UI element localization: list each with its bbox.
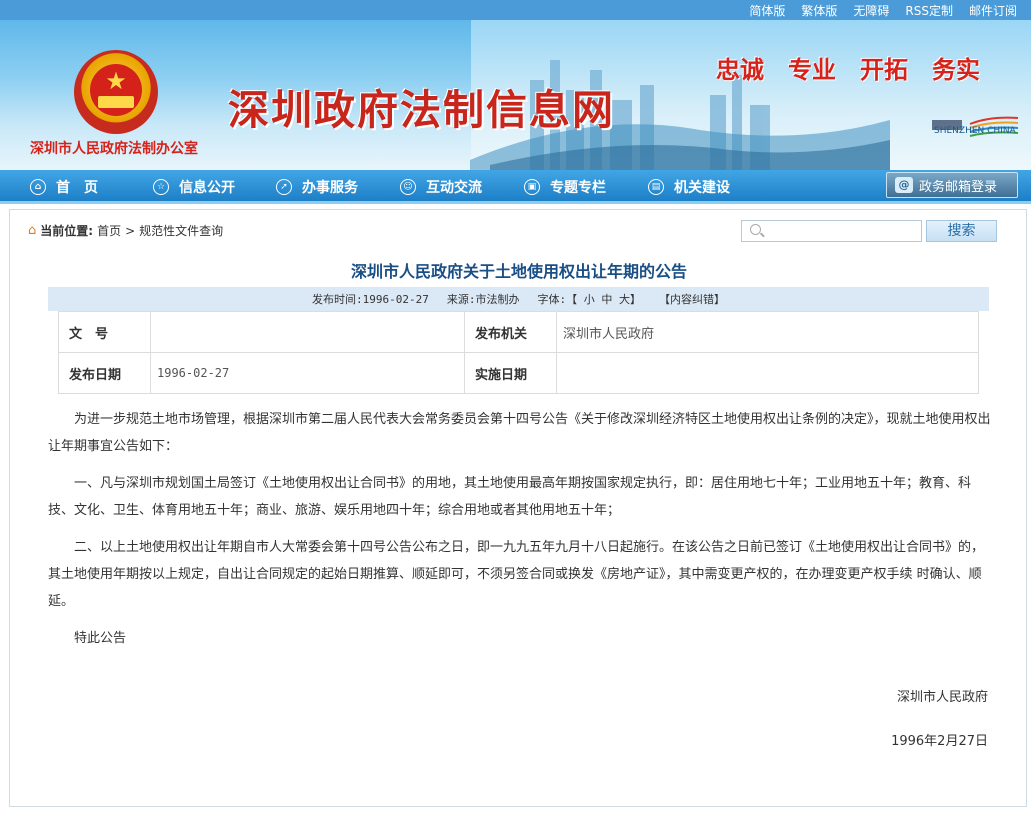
nav-item-topics[interactable]: ▣ 专题专栏 — [524, 170, 606, 204]
topic-icon: ▣ — [524, 179, 540, 195]
document-body: 为进一步规范土地市场管理，根据深圳市第二届人民代表大会常务委员会第十四号公告《关… — [48, 406, 993, 662]
shenzhen-logo-text: SHENZHEN CHINA — [934, 126, 1016, 136]
site-banner: ★ 深圳市人民政府法制办公室 深圳政府法制信息网 忠诚 专业 开拓 务实 SHE… — [0, 20, 1031, 170]
nav-item-label: 机关建设 — [674, 180, 730, 196]
publish-time-value: 1996-02-27 — [362, 293, 429, 306]
nav-item-label: 首 页 — [56, 180, 98, 196]
nav-item-label: 信息公开 — [179, 180, 235, 196]
topbar-links: 简体版 繁体版 无障碍 RSS定制 邮件订阅 — [749, 2, 1017, 19]
motto-item: 开拓 — [860, 55, 908, 84]
table-row: 发布日期 1996-02-27 实施日期 — [58, 352, 979, 394]
breadcrumb-separator: > — [125, 223, 136, 238]
publish-time: 发布时间:1996-02-27 — [312, 291, 429, 307]
compass-icon: ➚ — [276, 179, 292, 195]
font-large-button[interactable]: 大 — [619, 293, 630, 306]
accessibility-link[interactable]: 无障碍 — [853, 2, 889, 19]
breadcrumb-label: 当前位置: — [40, 224, 94, 238]
source: 来源:市法制办 — [447, 291, 520, 307]
nav-item-label: 办事服务 — [302, 180, 358, 196]
nav-item-services[interactable]: ➚ 办事服务 — [276, 170, 358, 204]
document-meta-bar: 发布时间:1996-02-27 来源:市法制办 字体:【 小 中 大】 【内容纠… — [48, 287, 989, 311]
doc-no-label: 文 号 — [58, 311, 151, 353]
publish-time-label: 发布时间: — [312, 293, 363, 306]
content-panel: ⌂ 当前位置: 首页 > 规范性文件查询 搜索 深圳市人民政府关于土地使用权出让… — [9, 209, 1027, 807]
home-icon: ⌂ — [28, 223, 37, 238]
date-label: 发布日期 — [58, 352, 151, 394]
breadcrumb-home-link[interactable]: 首页 — [97, 222, 121, 239]
search-input[interactable] — [741, 220, 922, 242]
doc-no-value — [150, 311, 465, 353]
motto-item: 务实 — [932, 55, 980, 84]
search-icon — [750, 224, 761, 235]
body-paragraph: 为进一步规范土地市场管理，根据深圳市第二届人民代表大会常务委员会第十四号公告《关… — [48, 412, 991, 454]
breadcrumb: ⌂ 当前位置: 首页 > 规范性文件查询 — [28, 222, 223, 239]
mail-subscribe-link[interactable]: 邮件订阅 — [969, 2, 1017, 19]
source-label: 来源: — [446, 293, 476, 306]
body-paragraph: 一、凡与深圳市规划国土局签订《土地使用权出让合同书》的用地，其土地使用最高年期按… — [48, 476, 972, 518]
main-nav: ⌂ 首 页 ☆ 信息公开 ➚ 办事服务 ☺ 互动交流 ▣ 专题专栏 ▤ 机关建设 — [0, 170, 1031, 204]
rss-link[interactable]: RSS定制 — [905, 2, 953, 19]
nav-item-label: 专题专栏 — [550, 180, 606, 196]
source-value: 市法制办 — [475, 293, 520, 306]
motto-item: 专业 — [788, 55, 836, 84]
motto-item: 忠诚 — [716, 55, 764, 84]
bracket-open: 【 — [566, 293, 578, 306]
breadcrumb-current[interactable]: 规范性文件查询 — [139, 222, 223, 239]
book-icon: ▤ — [648, 179, 664, 195]
issuer-label: 发布机关 — [464, 311, 557, 353]
effective-value — [556, 352, 979, 394]
font-size-control: 字体:【 小 中 大】 — [537, 291, 641, 307]
font-medium-button[interactable]: 中 — [601, 293, 612, 306]
font-small-button[interactable]: 小 — [584, 293, 595, 306]
document-info-table: 文 号 发布机关 深圳市人民政府 发布日期 1996-02-27 实施日期 — [58, 311, 979, 394]
motto-list: 忠诚 专业 开拓 务实 — [716, 50, 980, 85]
mail-icon: @ — [895, 177, 913, 193]
issuer-value: 深圳市人民政府 — [556, 311, 979, 353]
people-icon: ☺ — [400, 179, 416, 195]
content-error-link[interactable]: 【内容纠错】 — [659, 291, 725, 307]
body-paragraph: 特此公告 — [74, 631, 127, 646]
effective-label: 实施日期 — [464, 352, 557, 394]
sign-date: 1996年2月27日 — [891, 734, 988, 749]
font-size-label: 字体: — [537, 293, 567, 306]
top-utility-bar: 简体版 繁体版 无障碍 RSS定制 邮件订阅 — [0, 0, 1031, 20]
body-paragraph: 二、以上土地使用权出让年期自市人大常委会第十四号公告公布之日，即一九九五年九月十… — [48, 540, 985, 609]
table-row: 文 号 发布机关 深圳市人民政府 — [58, 311, 979, 353]
traditional-version-link[interactable]: 繁体版 — [801, 2, 837, 19]
national-emblem-icon: ★ — [74, 50, 158, 134]
search-button[interactable]: 搜索 — [926, 220, 997, 242]
gov-mail-login-button[interactable]: @ 政务邮箱登录 — [886, 172, 1018, 198]
site-title[interactable]: 深圳政府法制信息网 — [228, 76, 615, 136]
nav-item-interaction[interactable]: ☺ 互动交流 — [400, 170, 482, 204]
nav-item-home[interactable]: ⌂ 首 页 — [30, 170, 98, 204]
nav-item-info-disclosure[interactable]: ☆ 信息公开 — [153, 170, 235, 204]
simplified-version-link[interactable]: 简体版 — [749, 2, 785, 19]
office-name: 深圳市人民政府法制办公室 — [30, 141, 198, 157]
mail-button-label: 政务邮箱登录 — [919, 179, 998, 195]
bracket-close: 】 — [629, 293, 641, 306]
home-icon: ⌂ — [30, 179, 46, 195]
date-value: 1996-02-27 — [150, 352, 465, 394]
document-title: 深圳市人民政府关于土地使用权出让年期的公告 — [350, 262, 687, 281]
star-icon: ☆ — [153, 179, 169, 195]
nav-item-organization[interactable]: ▤ 机关建设 — [648, 170, 730, 204]
signature: 深圳市人民政府 — [896, 690, 988, 705]
nav-item-label: 互动交流 — [426, 180, 482, 196]
